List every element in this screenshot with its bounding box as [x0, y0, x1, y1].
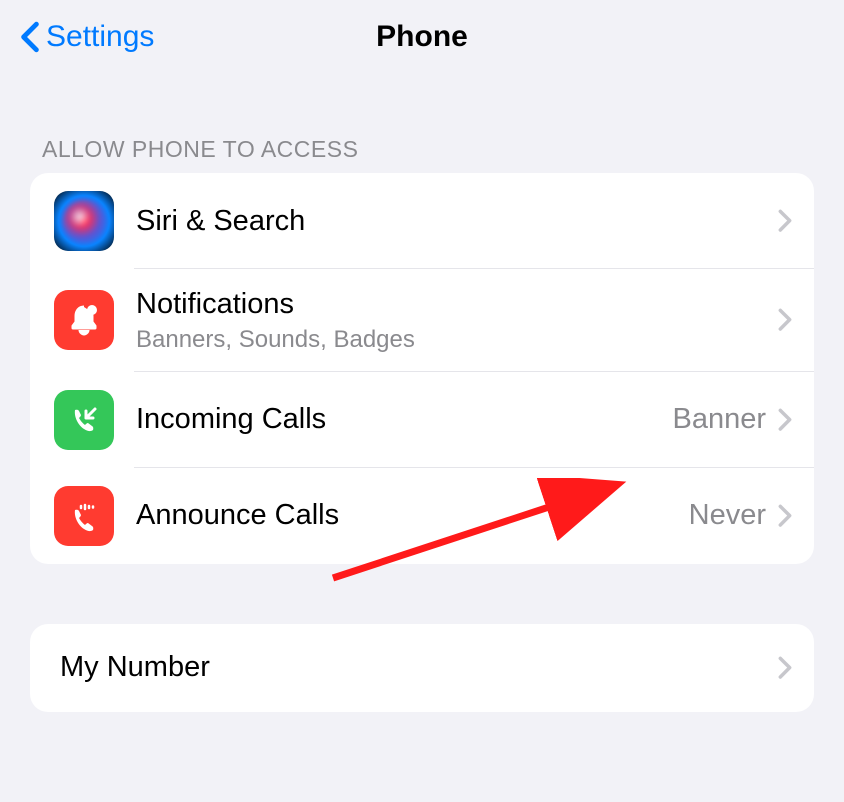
row-value: Never: [689, 499, 766, 532]
row-text: Siri & Search: [136, 204, 778, 239]
chevron-left-icon: [20, 21, 40, 53]
chevron-right-icon: [778, 408, 792, 432]
chevron-right-icon: [778, 308, 792, 332]
row-sublabel: Banners, Sounds, Badges: [136, 326, 778, 354]
siri-icon: [54, 191, 114, 251]
row-label: Announce Calls: [136, 498, 689, 533]
row-label: My Number: [60, 650, 778, 685]
chevron-right-icon: [778, 209, 792, 233]
chevron-right-icon: [778, 656, 792, 680]
my-number-row[interactable]: My Number: [30, 624, 814, 712]
row-text: Incoming Calls: [136, 402, 672, 437]
row-text: Notifications Banners, Sounds, Badges: [136, 287, 778, 354]
announce-calls-icon: [54, 486, 114, 546]
incoming-calls-row[interactable]: Incoming Calls Banner: [30, 372, 814, 468]
row-label: Incoming Calls: [136, 402, 672, 437]
announce-calls-row[interactable]: Announce Calls Never: [30, 468, 814, 564]
section-header-access: ALLOW PHONE TO ACCESS: [0, 78, 844, 173]
siri-search-row[interactable]: Siri & Search: [30, 173, 814, 269]
row-text: My Number: [60, 650, 778, 685]
settings-group-access: Siri & Search Notifications Banners, Sou…: [30, 173, 814, 564]
row-label: Siri & Search: [136, 204, 778, 239]
row-text: Announce Calls: [136, 498, 689, 533]
settings-group-number: My Number: [30, 624, 814, 712]
notifications-icon: [54, 290, 114, 350]
incoming-calls-icon: [54, 390, 114, 450]
page-title: Phone: [376, 20, 468, 54]
notifications-row[interactable]: Notifications Banners, Sounds, Badges: [30, 269, 814, 372]
chevron-right-icon: [778, 504, 792, 528]
row-label: Notifications: [136, 287, 778, 322]
back-label: Settings: [46, 20, 154, 54]
row-value: Banner: [672, 403, 766, 436]
back-button[interactable]: Settings: [20, 20, 154, 54]
navigation-bar: Settings Phone: [0, 0, 844, 78]
